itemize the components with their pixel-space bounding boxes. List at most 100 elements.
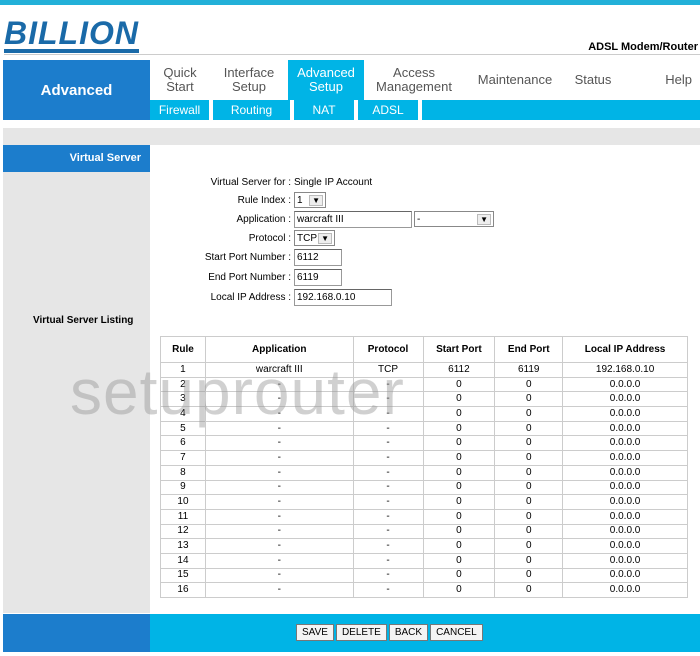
end-port-input[interactable]: 6119: [294, 268, 342, 286]
nav-quick-start[interactable]: Quick Start: [150, 60, 210, 100]
application-select-value: -: [417, 213, 421, 225]
table-row: 15- -0 0 0.0.0.0: [160, 567, 688, 584]
protocol-select[interactable]: TCP ▼: [294, 230, 335, 246]
table-cell: 2: [160, 376, 206, 393]
local-ip-input[interactable]: 192.168.0.10: [294, 288, 392, 306]
table-cell: 1: [160, 362, 206, 378]
table-cell: 192.168.0.10: [562, 362, 688, 378]
top-bar: [0, 0, 700, 5]
table-cell: -: [204, 406, 354, 422]
main-nav: Quick Start Interface Setup Advanced Set…: [150, 60, 700, 100]
table-cell: 3: [160, 391, 206, 408]
table-cell: -: [352, 391, 424, 408]
table-cell: 0.0.0.0: [562, 552, 688, 569]
table-cell: -: [352, 464, 424, 481]
rule-index-value: 1: [297, 194, 303, 206]
table-cell: 12: [160, 523, 206, 540]
start-port-input[interactable]: 6112: [294, 248, 342, 266]
table-cell: 0: [494, 435, 564, 452]
rule-index-select[interactable]: 1 ▼: [294, 192, 326, 208]
table-row: 7- -0 0 0.0.0.0: [160, 450, 688, 466]
table-cell: 0: [494, 376, 564, 393]
table-cell: 0.0.0.0: [562, 582, 688, 598]
table-cell: -: [204, 494, 354, 510]
nav-interface-setup[interactable]: Interface Setup: [210, 60, 288, 100]
column-header: Rule: [160, 336, 206, 363]
column-header: Application: [204, 336, 354, 363]
save-button[interactable]: SAVE: [296, 624, 334, 641]
table-cell: 0.0.0.0: [562, 391, 688, 408]
table-cell: 0: [494, 567, 564, 584]
table-cell: 0.0.0.0: [562, 567, 688, 584]
sidebar-title: Virtual Server: [3, 145, 150, 172]
table-row: 5- -0 0 0.0.0.0: [160, 420, 688, 437]
table-cell: 0: [494, 552, 564, 569]
subnav-firewall[interactable]: Firewall: [150, 100, 213, 120]
table-cell: 0: [494, 523, 564, 540]
table-cell: 0: [422, 435, 496, 452]
table-cell: 0: [494, 508, 564, 525]
table-cell: -: [352, 435, 424, 452]
table-cell: 0: [422, 406, 496, 422]
table-cell: 0: [494, 406, 564, 422]
application-input[interactable]: warcraft III: [294, 210, 412, 228]
table-cell: 0.0.0.0: [562, 464, 688, 481]
nav-access-management[interactable]: Access Management: [364, 60, 464, 100]
nav-maintenance[interactable]: Maintenance: [464, 60, 566, 100]
table-cell: 0: [494, 479, 564, 496]
table-cell: 0.0.0.0: [562, 406, 688, 422]
protocol-label: Protocol :: [248, 232, 291, 244]
table-cell: 0: [494, 450, 564, 466]
billion-logo: BILLION: [4, 15, 139, 53]
table-cell: -: [352, 567, 424, 584]
table-row: 3- -0 0 0.0.0.0: [160, 391, 688, 408]
sidebar: [3, 145, 150, 613]
application-select[interactable]: - ▼: [414, 211, 494, 227]
table-cell: 10: [160, 494, 206, 510]
table-cell: 5: [160, 420, 206, 437]
table-cell: 14: [160, 552, 206, 569]
nav-status[interactable]: Status: [566, 60, 620, 100]
table-cell: -: [204, 420, 354, 437]
rule-index-label: Rule Index :: [237, 194, 291, 206]
table-cell: 7: [160, 450, 206, 466]
vs-for-value: Single IP Account: [294, 176, 373, 188]
section-title: Advanced: [3, 60, 150, 120]
table-row: 12- -0 0 0.0.0.0: [160, 523, 688, 540]
table-cell: -: [204, 552, 354, 569]
vs-for-label: Virtual Server for :: [210, 176, 291, 188]
table-cell: 0: [422, 464, 496, 481]
column-header: Local IP Address: [562, 336, 688, 363]
table-row: 10- -0 0 0.0.0.0: [160, 494, 688, 510]
table-row: 11- -0 0 0.0.0.0: [160, 508, 688, 525]
table-cell: 8: [160, 464, 206, 481]
table-row: 16- -0 0 0.0.0.0: [160, 582, 688, 598]
table-cell: 9: [160, 479, 206, 496]
table-cell: 0.0.0.0: [562, 523, 688, 540]
table-cell: -: [204, 391, 354, 408]
gray-bar: [3, 128, 700, 145]
nav-help[interactable]: Help: [620, 60, 700, 100]
table-cell: 16: [160, 582, 206, 598]
subnav-adsl[interactable]: ADSL: [358, 100, 422, 120]
subnav-nat[interactable]: NAT: [294, 100, 358, 120]
table-cell: 0: [422, 450, 496, 466]
table-cell: 0: [494, 464, 564, 481]
delete-button[interactable]: DELETE: [335, 624, 387, 641]
table-cell: warcraft III: [204, 362, 354, 378]
table-cell: 0: [422, 479, 496, 496]
cancel-button[interactable]: CANCEL: [430, 624, 483, 641]
table-cell: 0.0.0.0: [562, 479, 688, 496]
table-cell: 6112: [422, 362, 496, 378]
table-cell: 0: [422, 552, 496, 569]
subnav-routing[interactable]: Routing: [213, 100, 294, 120]
table-cell: -: [352, 582, 424, 598]
table-row: 2- -0 0 0.0.0.0: [160, 376, 688, 393]
nav-advanced-setup[interactable]: Advanced Setup: [288, 60, 364, 100]
back-button[interactable]: BACK: [388, 624, 429, 641]
table-cell: 0.0.0.0: [562, 508, 688, 525]
application-label: Application :: [236, 213, 291, 225]
listing-title: Virtual Server Listing: [33, 315, 134, 326]
table-cell: 0.0.0.0: [562, 450, 688, 466]
table-cell: -: [204, 479, 354, 496]
